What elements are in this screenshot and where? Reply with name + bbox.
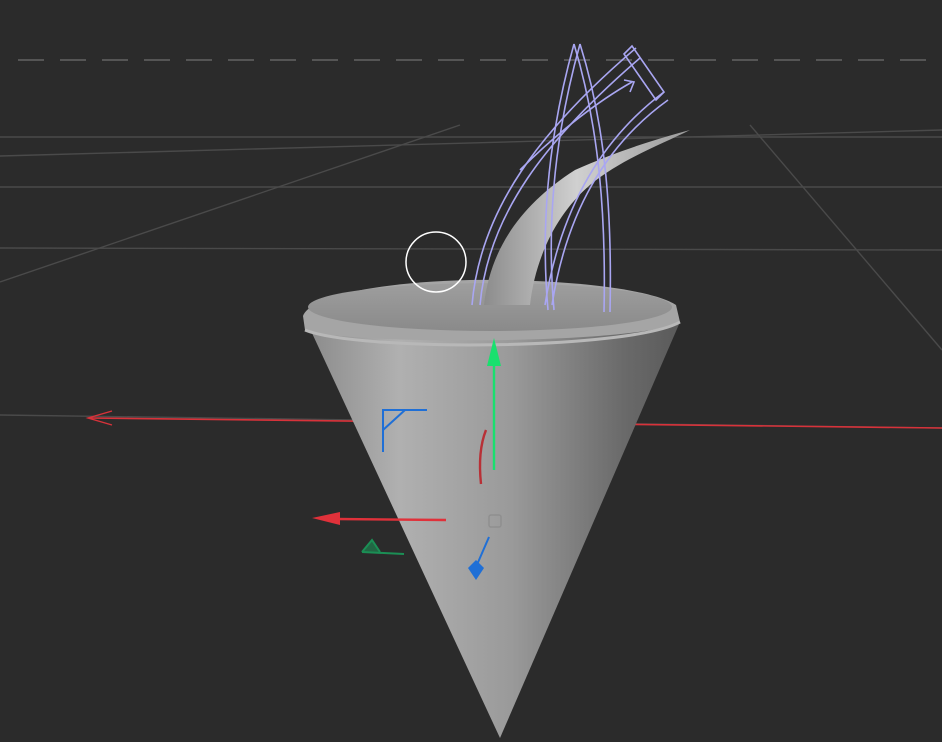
plane-yz-marker[interactable] [361,538,405,555]
viewport-canvas[interactable] [0,0,942,742]
3d-viewport[interactable] [0,0,942,742]
horn-object[interactable] [484,130,690,305]
